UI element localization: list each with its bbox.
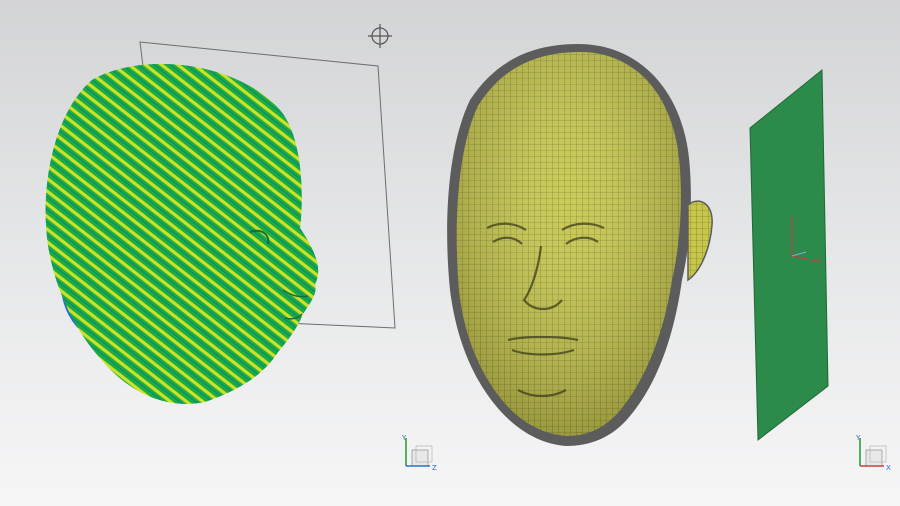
head-curvature-model[interactable] bbox=[45, 64, 319, 404]
triad-right-y-label: Y bbox=[855, 434, 861, 442]
triad-center-y-label: Y bbox=[401, 434, 407, 442]
axis-triad-center bbox=[405, 438, 433, 467]
graphics-viewport[interactable]: Y Z Y X bbox=[0, 0, 900, 506]
mesh-ear bbox=[687, 200, 713, 282]
triad-center-z-label: Z bbox=[432, 464, 437, 472]
axis-triad-right bbox=[859, 438, 887, 467]
triad-right-x-label: X bbox=[886, 464, 891, 472]
green-plane[interactable] bbox=[749, 68, 829, 441]
scene-canvas: Y Z Y X bbox=[45, 24, 891, 472]
head-mesh-model[interactable] bbox=[447, 44, 713, 446]
crosshair-icon bbox=[368, 24, 392, 48]
